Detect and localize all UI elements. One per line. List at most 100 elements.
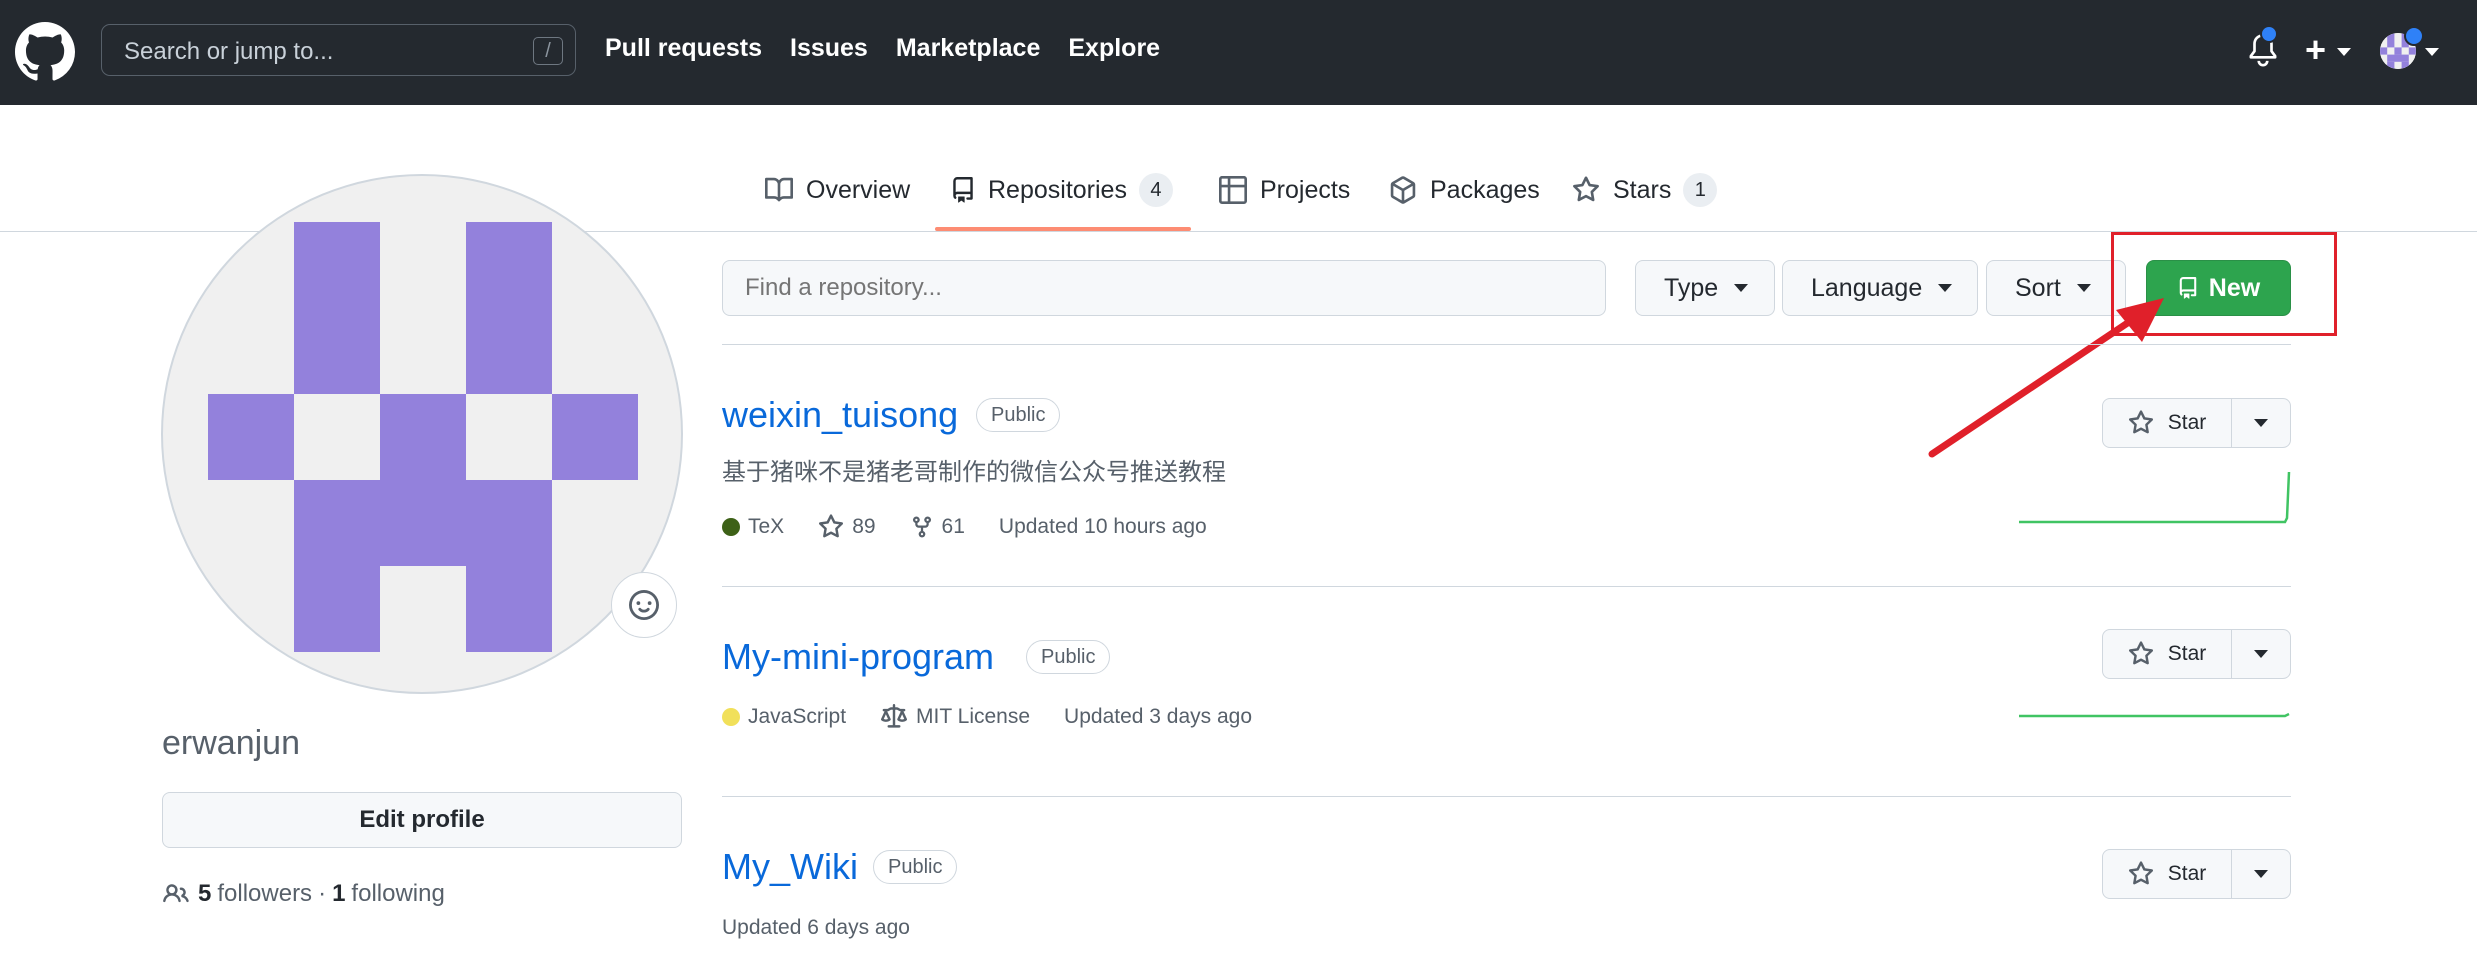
repo-name-link[interactable]: My_Wiki <box>722 846 858 888</box>
star-button-main[interactable]: Star <box>2103 630 2232 678</box>
tab-stars-label: Stars <box>1613 175 1672 204</box>
repo-language-label: JavaScript <box>748 705 847 728</box>
repo-stars-count: 89 <box>852 515 876 538</box>
repositories-count-badge: 4 <box>1138 173 1173 207</box>
star-button[interactable]: Star <box>2102 629 2291 679</box>
follow-stats: 5 followers · 1 following <box>162 880 445 908</box>
tab-projects[interactable]: Projects <box>1218 170 1350 210</box>
type-filter-button[interactable]: Type <box>1635 260 1775 316</box>
create-new-icon[interactable]: + <box>2305 30 2326 70</box>
repo-updated: Updated 3 days ago <box>1064 705 1253 728</box>
star-button-main[interactable]: Star <box>2103 850 2232 898</box>
repo-stars[interactable]: 89 <box>818 514 876 540</box>
follow-separator: · <box>318 880 327 907</box>
nav-pull-requests[interactable]: Pull requests <box>605 34 762 63</box>
repo-updated: Updated 10 hours ago <box>998 515 1207 538</box>
tab-stars[interactable]: Stars 1 <box>1571 170 1718 210</box>
chevron-down-icon <box>2254 650 2268 658</box>
nav-marketplace[interactable]: Marketplace <box>896 34 1041 63</box>
tab-overview[interactable]: Overview <box>764 170 910 210</box>
star-list-dropdown[interactable] <box>2232 850 2290 898</box>
create-chevron-down-icon[interactable] <box>2337 48 2351 56</box>
star-icon <box>2128 641 2153 665</box>
repo-forks[interactable]: 61 <box>910 514 965 540</box>
law-scale-icon <box>881 704 908 728</box>
visibility-badge: Public <box>1026 640 1111 674</box>
profile-username: erwanjun <box>162 724 300 762</box>
global-header: Search or jump to... / Pull requests Iss… <box>0 0 2477 105</box>
type-filter-label: Type <box>1664 273 1719 302</box>
chevron-down-icon <box>2254 419 2268 427</box>
repo-icon <box>953 177 973 203</box>
tab-projects-label: Projects <box>1260 175 1351 204</box>
github-logo-icon[interactable] <box>15 22 75 82</box>
tab-packages-label: Packages <box>1430 175 1540 204</box>
repo-license: MIT License <box>880 704 1030 730</box>
followers-count[interactable]: 5 <box>198 880 211 908</box>
activity-sparkline <box>2019 712 2290 718</box>
star-button-main[interactable]: Star <box>2103 399 2232 447</box>
language-color-dot <box>722 518 740 536</box>
visibility-badge: Public <box>976 398 1061 432</box>
repo-divider <box>722 586 2291 587</box>
following-count[interactable]: 1 <box>332 880 345 908</box>
star-button-label: Star <box>2167 411 2207 434</box>
star-button[interactable]: Star <box>2102 849 2291 899</box>
fork-icon <box>912 516 931 538</box>
tab-overview-label: Overview <box>806 175 911 204</box>
stars-count-badge: 1 <box>1683 173 1718 207</box>
repo-meta: Updated 6 days ago <box>722 916 944 940</box>
nav-issues[interactable]: Issues <box>790 34 868 63</box>
tab-packages[interactable]: Packages <box>1388 170 1540 210</box>
star-icon <box>1573 176 1599 202</box>
repo-updated: Updated 6 days ago <box>722 916 910 939</box>
repo-language: JavaScript <box>722 705 846 729</box>
table-icon <box>1219 176 1247 204</box>
profile-avatar[interactable] <box>161 174 683 694</box>
tab-repositories-label: Repositories <box>988 175 1127 204</box>
star-list-dropdown[interactable] <box>2232 399 2290 447</box>
edit-profile-button[interactable]: Edit profile <box>162 792 682 848</box>
following-link[interactable]: following <box>351 880 444 908</box>
repo-license-label: MIT License <box>916 705 1031 728</box>
language-color-dot <box>722 708 740 726</box>
notification-indicator <box>2260 25 2278 43</box>
repo-language-label: TeX <box>748 515 785 538</box>
star-icon <box>2128 861 2153 885</box>
people-icon <box>163 884 189 903</box>
find-repository-input[interactable] <box>722 260 1606 316</box>
avatar-status-indicator <box>2404 26 2424 46</box>
top-nav: Pull requests Issues Marketplace Explore <box>605 34 1188 63</box>
star-icon <box>819 514 844 538</box>
identicon-icon <box>208 222 638 652</box>
tab-repositories[interactable]: Repositories 4 <box>950 170 1173 210</box>
star-button[interactable]: Star <box>2102 398 2291 448</box>
star-button-label: Star <box>2167 642 2207 665</box>
search-shortcut-key: / <box>533 37 563 65</box>
followers-link[interactable]: followers <box>217 880 312 908</box>
package-icon <box>1390 176 1416 204</box>
repo-description: 基于猪咪不是猪老哥制作的微信公众号推送教程 <box>722 458 1226 486</box>
repo-meta: JavaScript MIT License Updated 3 days ag… <box>722 704 1286 730</box>
repo-meta: TeX 89 61 Updated 10 hours ago <box>722 514 1241 540</box>
visibility-badge: Public <box>873 850 958 884</box>
star-icon <box>2128 410 2153 434</box>
repo-divider <box>722 796 2291 797</box>
repo-language: TeX <box>722 515 784 539</box>
book-icon <box>765 177 794 202</box>
activity-sparkline <box>2019 471 2291 524</box>
chevron-down-icon <box>2254 870 2268 878</box>
set-status-button[interactable] <box>611 572 677 638</box>
star-list-dropdown[interactable] <box>2232 630 2290 678</box>
search-placeholder: Search or jump to... <box>124 38 334 65</box>
star-button-label: Star <box>2167 862 2207 885</box>
smiley-icon <box>629 590 659 620</box>
list-top-divider <box>722 344 2291 345</box>
user-menu-chevron-down-icon[interactable] <box>2425 48 2439 56</box>
search-input[interactable]: Search or jump to... / <box>101 24 576 76</box>
repo-name-link[interactable]: weixin_tuisong <box>722 394 958 436</box>
nav-explore[interactable]: Explore <box>1068 34 1160 63</box>
repo-name-link[interactable]: My-mini-program <box>722 636 994 678</box>
repo-forks-count: 61 <box>941 515 965 538</box>
type-chevron-down-icon <box>1734 284 1749 292</box>
